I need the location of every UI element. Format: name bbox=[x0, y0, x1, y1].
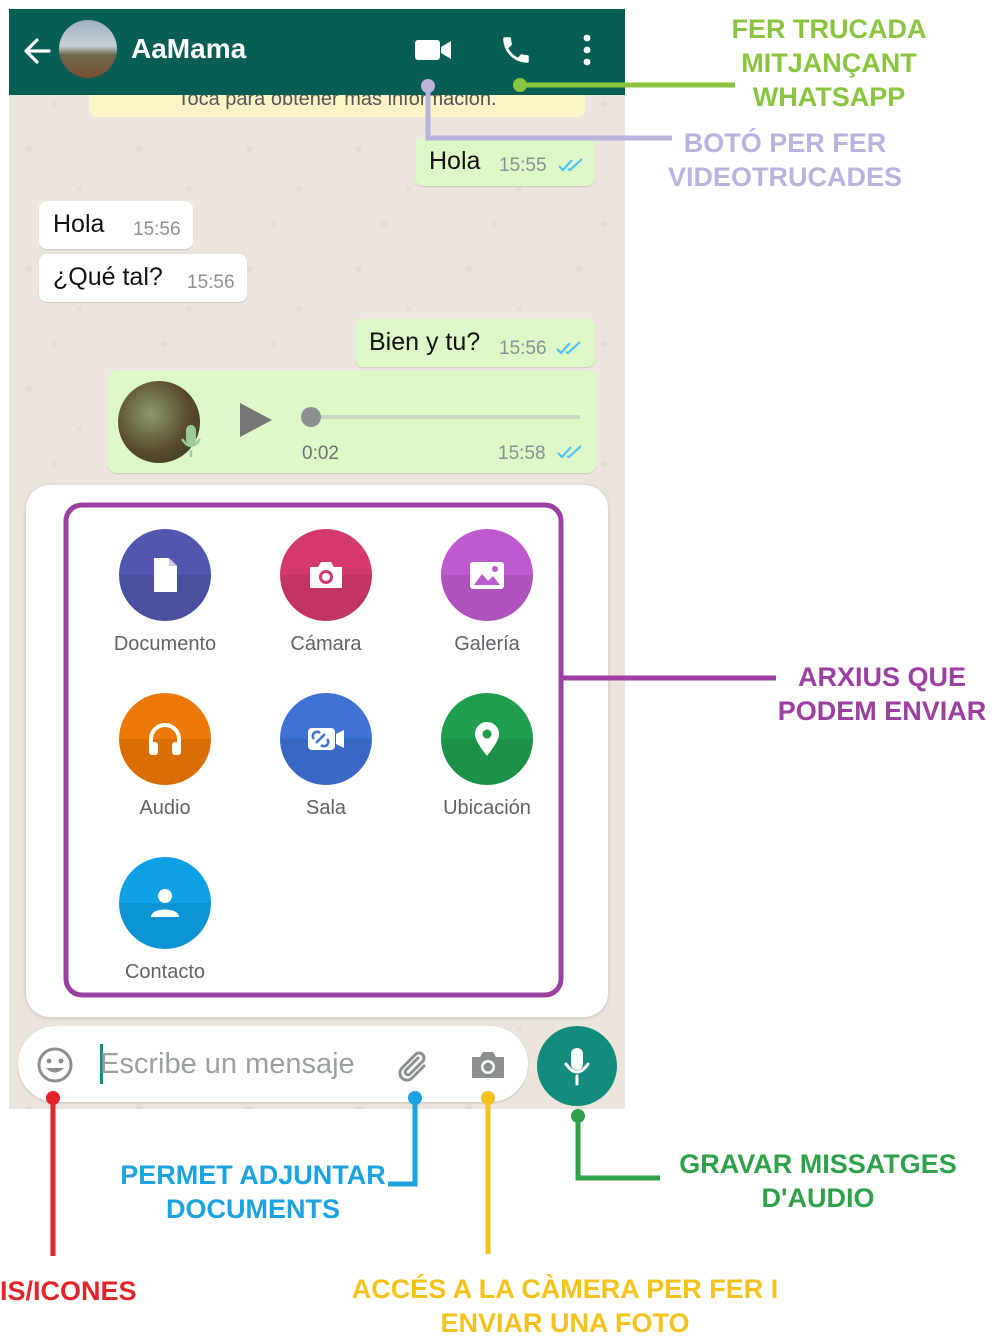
annotation-audio: GRAVAR MISSATGES D'AUDIO bbox=[679, 1149, 957, 1213]
annotation-attach: PERMET ADJUNTAR DOCUMENTS bbox=[120, 1160, 386, 1224]
annotation-call: FER TRUCADA MITJANÇANT WHATSAPP bbox=[731, 14, 927, 112]
annotation-camera: ACCÉS A LA CÀMERA PER FER I ENVIAR UNA F… bbox=[351, 1274, 779, 1338]
annotation-files: ARXIUS QUE PODEM ENVIAR bbox=[777, 662, 987, 726]
annotation-video: BOTÓ PER FER VIDEOTRUCADES bbox=[667, 128, 903, 192]
annotation-emoji: IS/ICONES bbox=[0, 1276, 137, 1306]
